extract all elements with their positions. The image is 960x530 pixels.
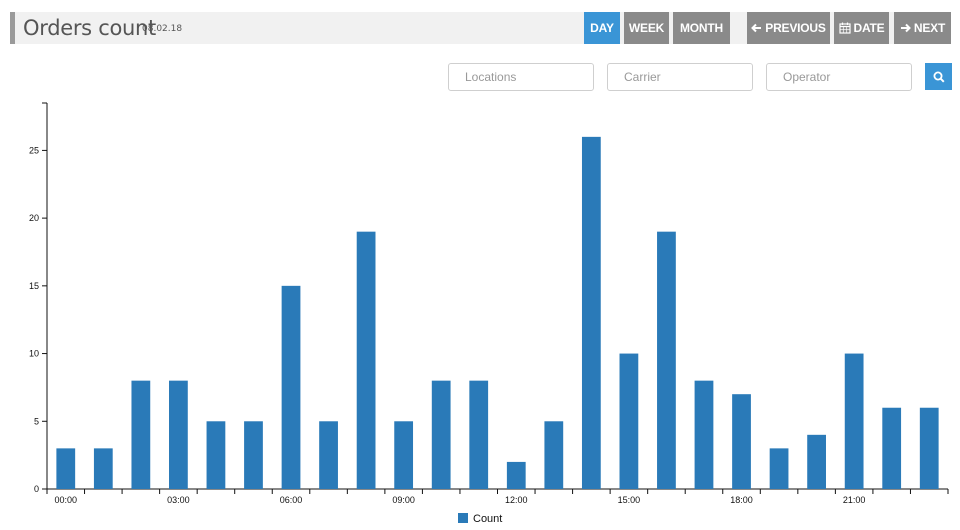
- x-tick-label: 15:00: [618, 495, 641, 505]
- legend-swatch: [458, 513, 468, 523]
- y-tick-label: 15: [29, 281, 39, 291]
- bar-1500[interactable]: [619, 353, 639, 489]
- bar-0300[interactable]: [169, 380, 188, 489]
- bar-0600[interactable]: [281, 285, 301, 489]
- bar-1800[interactable]: [732, 394, 751, 489]
- orders-chart: 0 5 10 15 20 25 00:00 03:00 06:00 09:00 12:00 15:00…: [29, 102, 949, 525]
- y-tick-label: 10: [29, 349, 39, 359]
- bar-2200[interactable]: [882, 407, 902, 489]
- y-tick-label: 20: [29, 213, 39, 223]
- bar-0500[interactable]: [244, 421, 263, 489]
- x-tick-label: 12:00: [505, 495, 528, 505]
- y-tick-label: 5: [34, 416, 39, 426]
- legend-label: Count: [473, 513, 502, 525]
- bar-2000[interactable]: [807, 434, 826, 489]
- bar-0000[interactable]: [56, 448, 76, 489]
- bar-2300[interactable]: [919, 407, 939, 489]
- bar-1600[interactable]: [657, 231, 676, 489]
- x-tick-label: 21:00: [843, 495, 866, 505]
- bar-0400[interactable]: [206, 421, 226, 489]
- bar-0800[interactable]: [356, 231, 376, 489]
- bar-1200[interactable]: [506, 461, 526, 489]
- bar-1000[interactable]: [431, 380, 451, 489]
- bar-1700[interactable]: [694, 380, 714, 489]
- bar-1400[interactable]: [581, 136, 601, 489]
- bar-0700[interactable]: [319, 421, 338, 489]
- x-tick-label: 00:00: [55, 495, 78, 505]
- bar-1300[interactable]: [544, 421, 564, 489]
- bar-0100[interactable]: [93, 448, 113, 489]
- bar-1100[interactable]: [469, 380, 489, 489]
- x-tick-label: 06:00: [280, 495, 303, 505]
- x-tick-label: 09:00: [392, 495, 415, 505]
- bar-0200[interactable]: [131, 380, 151, 489]
- legend[interactable]: Count: [458, 513, 502, 525]
- x-tick-label: 03:00: [167, 495, 190, 505]
- bar-2100[interactable]: [844, 353, 864, 489]
- x-tick-label: 18:00: [730, 495, 753, 505]
- bar-1900[interactable]: [769, 448, 789, 489]
- y-tick-label: 25: [29, 145, 39, 155]
- bar-0900[interactable]: [394, 421, 414, 489]
- y-tick-label: 0: [34, 484, 39, 494]
